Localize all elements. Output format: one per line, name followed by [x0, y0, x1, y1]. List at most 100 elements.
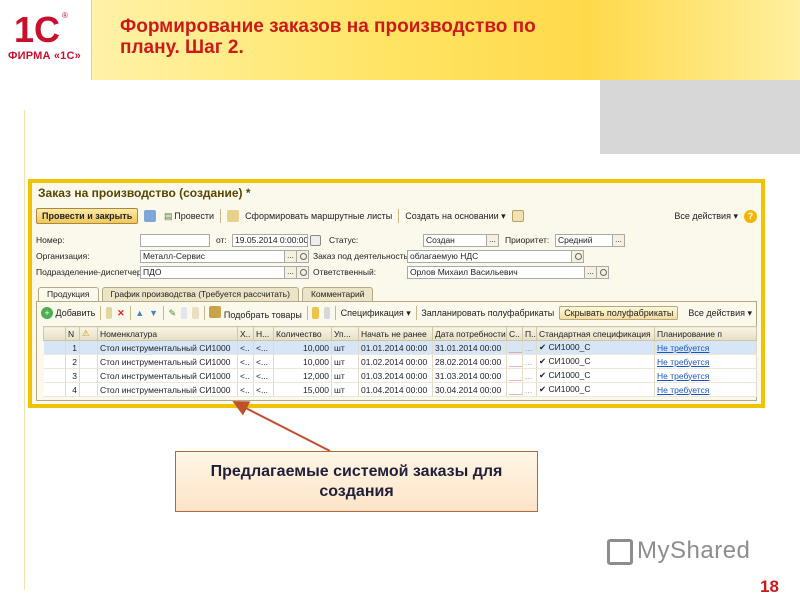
cell-x[interactable]: <.. — [237, 340, 254, 355]
table-row[interactable]: 1 Стол инструментальный СИ1000 <.. <... … — [43, 340, 757, 355]
organization-search-icon[interactable] — [296, 249, 309, 263]
cell-spec[interactable]: ✔ СИ1000_С — [536, 354, 655, 369]
col-start[interactable]: Начать не ранее — [358, 326, 433, 341]
specification-menu[interactable]: Спецификация ▾ — [341, 308, 411, 319]
save-icon[interactable] — [144, 210, 157, 222]
table-row[interactable]: 2 Стол инструментальный СИ1000 <.. <... … — [43, 354, 757, 369]
duplicate-icon[interactable] — [181, 307, 188, 319]
table-row[interactable]: 3 Стол инструментальный СИ1000 <.. <... … — [43, 368, 757, 383]
organization-field[interactable]: Металл-Сервис — [140, 249, 285, 263]
col-planning[interactable]: Планирование п — [654, 326, 757, 341]
cell-planning-link[interactable]: Не требуется — [654, 382, 757, 397]
date-field[interactable]: 19.05.2014 0:00:00 — [232, 233, 308, 247]
table-row[interactable]: 4 Стол инструментальный СИ1000 <.. <... … — [43, 382, 757, 397]
cell-spec[interactable]: ✔ СИ1000_С — [536, 340, 655, 355]
document-icon[interactable] — [323, 307, 331, 319]
cell-quantity[interactable]: 15,000 — [273, 382, 332, 397]
cell-need-date[interactable]: 31.03.2014 00:00 — [432, 368, 507, 383]
cell-quantity[interactable]: 12,000 — [273, 368, 332, 383]
col-quantity[interactable]: Количество — [273, 326, 332, 341]
col-unit[interactable]: Уп... — [331, 326, 359, 341]
hide-semi-finished-toggle[interactable]: Скрывать полуфабрикаты — [559, 306, 679, 320]
responsible-search-icon[interactable] — [596, 265, 609, 279]
cell-quantity[interactable]: 10,000 — [273, 340, 332, 355]
col-s[interactable]: С.. — [506, 326, 523, 341]
cell-start[interactable]: 01.04.2014 00:00 — [358, 382, 433, 397]
help-icon[interactable]: ? — [744, 209, 757, 223]
priority-select-button[interactable]: ... — [612, 233, 625, 247]
cell-unit[interactable]: шт — [331, 368, 359, 383]
number-field[interactable] — [140, 233, 210, 247]
edit-icon[interactable]: ✎ — [169, 307, 177, 319]
cell-start[interactable]: 01.03.2014 00:00 — [358, 368, 433, 383]
col-item[interactable]: Номенклатура — [97, 326, 238, 341]
cell-h[interactable]: <... — [253, 382, 274, 397]
cell-x[interactable]: <.. — [237, 382, 254, 397]
cell-start[interactable]: 01.01.2014 00:00 — [358, 340, 433, 355]
col-n[interactable]: N — [65, 326, 80, 341]
cell-item[interactable]: Стол инструментальный СИ1000 — [97, 382, 238, 397]
cell-x[interactable]: <.. — [237, 368, 254, 383]
cell-p[interactable]: ... — [522, 340, 537, 355]
cell-unit[interactable]: шт — [331, 382, 359, 397]
activity-search-icon[interactable] — [571, 249, 584, 263]
reports-icon[interactable] — [511, 210, 524, 222]
delete-icon[interactable]: ✕ — [117, 307, 125, 319]
dispatcher-field[interactable]: ПДО — [140, 265, 285, 279]
cell-planning-link[interactable]: Не требуется — [654, 368, 757, 383]
cell-need-date[interactable]: 30.04.2014 00:00 — [432, 382, 507, 397]
plan-semi-finished-button[interactable]: Запланировать полуфабрикаты — [421, 308, 554, 318]
tab-products[interactable]: Продукция — [38, 287, 99, 301]
cell-planning-link[interactable]: Не требуется — [654, 354, 757, 369]
cell-item[interactable]: Стол инструментальный СИ1000 — [97, 340, 238, 355]
pick-goods-button[interactable]: Подобрать товары — [209, 306, 302, 320]
post-and-close-button[interactable]: Провести и закрыть — [36, 208, 139, 224]
tab-comment[interactable]: Комментарий — [301, 287, 374, 301]
dispatcher-search-icon[interactable] — [296, 265, 309, 279]
cell-p[interactable]: ... — [522, 354, 537, 369]
cell-spec[interactable]: ✔ СИ1000_С — [536, 368, 655, 383]
products-all-actions-menu[interactable]: Все действия ▾ — [688, 308, 752, 319]
col-h[interactable]: Н... — [253, 326, 274, 341]
clear-icon[interactable] — [192, 307, 199, 319]
cell-start[interactable]: 01.02.2014 00:00 — [358, 354, 433, 369]
cell-s[interactable]: ___ — [506, 354, 523, 369]
cell-h[interactable]: <... — [253, 368, 274, 383]
post-button[interactable]: ▤ Провести — [162, 210, 214, 222]
cell-item[interactable]: Стол инструментальный СИ1000 — [97, 368, 238, 383]
cell-spec[interactable]: ✔ СИ1000_С — [536, 382, 655, 397]
add-row-button[interactable]: + Добавить — [41, 307, 95, 319]
cell-h[interactable]: <... — [253, 340, 274, 355]
cell-unit[interactable]: шт — [331, 354, 359, 369]
cell-p[interactable]: ... — [522, 382, 537, 397]
activity-field[interactable]: облагаемую НДС — [407, 249, 572, 263]
copy-row-icon[interactable] — [105, 307, 113, 319]
all-actions-menu[interactable]: Все действия ▾ — [674, 211, 738, 222]
calendar-icon[interactable] — [310, 234, 321, 246]
move-down-icon[interactable]: ▼ — [149, 307, 158, 319]
lock-icon[interactable] — [312, 307, 319, 319]
priority-field[interactable]: Средний — [555, 233, 613, 247]
cell-planning-link[interactable]: Не требуется — [654, 340, 757, 355]
cell-s[interactable]: ___ — [506, 368, 523, 383]
cell-s[interactable]: ___ — [506, 382, 523, 397]
col-p[interactable]: П.. — [522, 326, 537, 341]
cell-s[interactable]: ___ — [506, 340, 523, 355]
cell-need-date[interactable]: 31.01.2014 00:00 — [432, 340, 507, 355]
cell-p[interactable]: ... — [522, 368, 537, 383]
col-spec[interactable]: Стандартная спецификация — [536, 326, 655, 341]
status-select-button[interactable]: ... — [486, 233, 499, 247]
create-based-on-button[interactable]: Создать на основании ▾ — [405, 211, 505, 222]
cell-unit[interactable]: шт — [331, 340, 359, 355]
move-up-icon[interactable]: ▲ — [135, 307, 144, 319]
col-warning[interactable]: ⚠ — [79, 326, 98, 341]
status-field[interactable]: Создан — [423, 233, 487, 247]
cell-h[interactable]: <... — [253, 354, 274, 369]
col-need-date[interactable]: Дата потребности — [432, 326, 507, 341]
cell-need-date[interactable]: 28.02.2014 00:00 — [432, 354, 507, 369]
responsible-field[interactable]: Орлов Михаил Васильевич — [407, 265, 585, 279]
cell-x[interactable]: <.. — [237, 354, 254, 369]
col-x[interactable]: Х.. — [237, 326, 254, 341]
tab-production-schedule[interactable]: График производства (Требуется рассчитат… — [101, 287, 299, 301]
generate-route-sheets-button[interactable]: Сформировать маршрутные листы — [245, 211, 392, 221]
